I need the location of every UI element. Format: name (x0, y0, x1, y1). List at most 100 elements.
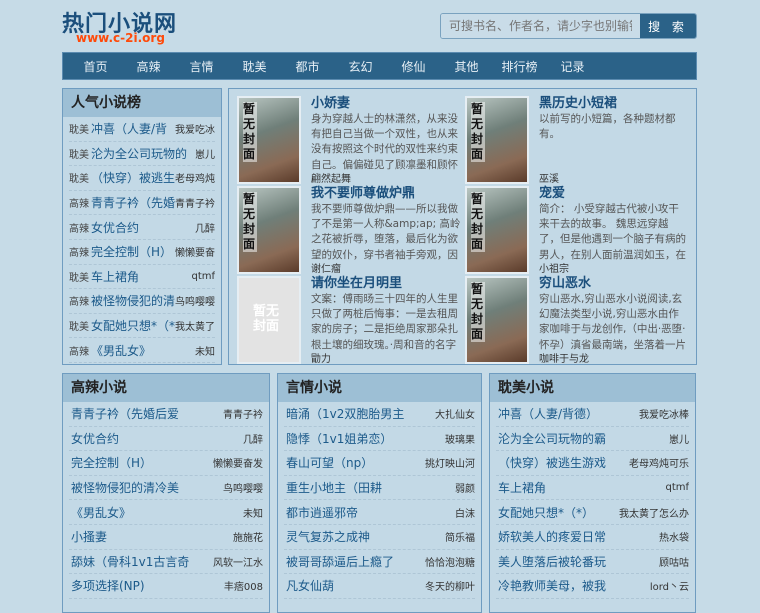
nav-item[interactable]: 首页 (69, 58, 122, 75)
book-title-link[interactable]: 重生小地主（田耕 (286, 479, 455, 496)
book-title-link[interactable]: （快穿）被逃生游 (91, 169, 175, 186)
author-name: 鸟鸣嘤嘤 (223, 484, 263, 496)
book-title-link[interactable]: 多项选择(NP) (71, 577, 224, 594)
list-item: 高辣 女优合约 几醉 (69, 215, 215, 240)
book-title-link[interactable]: 娇软美人的疼爱日常 (498, 528, 659, 545)
featured-text: 穷山恶水 穷山恶水,穷山恶水小说阅读,玄幻魔法类型小说,穷山恶水由作家咖啡于与龙创… (539, 276, 689, 366)
list-item: 娇软美人的疼爱日常 热水袋 (496, 525, 689, 550)
category-label: 高辣 (69, 199, 89, 211)
nav-item[interactable]: 言情 (175, 58, 228, 75)
book-title-link[interactable]: 我不要师尊做炉鼎 (311, 186, 461, 202)
book-title-link[interactable]: 灵气复苏之成神 (286, 528, 445, 545)
book-title-link[interactable]: 冲喜（人妻/背德） (498, 405, 639, 422)
book-title-link[interactable]: 黑历史小短裙 (539, 96, 689, 112)
search-input[interactable] (441, 14, 640, 38)
book-title-link[interactable]: 凡女仙葫 (286, 577, 425, 594)
cover-placeholder-text: 暂无封面 (471, 282, 485, 342)
book-title-link[interactable]: 美人堕落后被轮番玩 (498, 553, 659, 570)
book-title-link[interactable]: 宠爱 (539, 186, 689, 202)
book-title-link[interactable]: 小搔妻 (71, 528, 233, 545)
author-name: 弱颜 (455, 484, 475, 496)
book-title-link[interactable]: 车上裙角 (498, 479, 665, 496)
author-name: 挑灯映山河 (425, 459, 475, 471)
book-title-link[interactable]: 被哥哥舔逼后上瘾了 (286, 553, 425, 570)
book-title-link[interactable]: 完全控制（H） (71, 454, 213, 471)
list-item: 耽美 车上裙角 qtmf (69, 265, 215, 290)
list-item: 小搔妻 施施花 (69, 525, 263, 550)
book-description: 穷山恶水,穷山恶水小说阅读,玄幻魔法类型小说,穷山恶水由作家咖啡于与龙创作,（中… (539, 293, 686, 351)
book-title-link[interactable]: 小娇妻 (311, 96, 461, 112)
site-url: www.c-2i.org (76, 31, 165, 45)
book-title-link[interactable]: 沦为全公司玩物的 (91, 145, 195, 162)
list-item: 沦为全公司玩物的霸 崽儿 (496, 427, 689, 452)
nav-item[interactable]: 其他 (440, 58, 493, 75)
author-name: 风软一江水 (213, 557, 263, 569)
author-name: 我太黄了 (175, 322, 215, 334)
book-title-link[interactable]: 暗涌（1v2双胞胎男主 (286, 405, 435, 422)
book-title-link[interactable]: 女配她只想*（*） (498, 504, 619, 521)
book-cover[interactable]: 暂无封面 (237, 276, 301, 364)
author-name: 勖力 (311, 354, 331, 365)
book-cover[interactable]: 暂无封面 (465, 276, 529, 364)
featured-text: 我不要师尊做炉鼎 我不要师尊做炉鼎——所以我做了不是第一人称&amp;ap; 高岭… (311, 186, 461, 276)
book-title-link[interactable]: 《男乱女》 (91, 342, 195, 359)
book-title-link[interactable]: 青青子衿（先婚后爱 (71, 405, 223, 422)
book-title-link[interactable]: 隐悸（1v1姐弟恋） (286, 430, 445, 447)
book-title-link[interactable]: 沦为全公司玩物的霸 (498, 430, 669, 447)
search-form: 搜 索 (440, 13, 697, 39)
author-name: 老母鸡炖可乐 (629, 459, 689, 471)
book-title-link[interactable]: 被怪物侵犯的清冷美 (71, 479, 223, 496)
book-cover[interactable]: 暂无封面 (237, 186, 301, 274)
book-title-link[interactable]: 被怪物侵犯的清冷 (91, 292, 175, 309)
book-title-link[interactable]: 冷艳教师美母，被我 (498, 577, 650, 594)
book-title-link[interactable]: 女配她只想*（*） (91, 317, 175, 334)
list-item: 隐悸（1v1姐弟恋） 玻璃果 (284, 427, 475, 452)
list-item: 车上裙角 qtmf (496, 476, 689, 501)
book-title-link[interactable]: 都市逍遥邪帝 (286, 504, 455, 521)
book-title-link[interactable]: 请你坐在月明里 (311, 276, 461, 292)
author-name: 懒懒要奋 (175, 248, 215, 260)
book-cover[interactable]: 暂无封面 (465, 186, 529, 274)
author-name: 老母鸡炖 (175, 174, 215, 186)
nav-item[interactable]: 耽美 (228, 58, 281, 75)
featured-book: 暂无封面 宠爱 简介： 小受穿越古代被小攻干来干去的故事。 魏思远穿越了，但是他遇到… (465, 186, 690, 276)
author-name: qtmf (191, 270, 215, 282)
book-title-link[interactable]: 车上裙角 (91, 268, 191, 285)
section-panel-yanqing: 言情小说 暗涌（1v2双胞胎男主 大扎仙女 隐悸（1v1姐弟恋） 玻璃果 春山可望（np）… (277, 373, 482, 613)
book-title-link[interactable]: 穷山恶水 (539, 276, 689, 292)
nav-item[interactable]: 高辣 (122, 58, 175, 75)
book-cover[interactable]: 暂无封面 (465, 96, 529, 184)
book-title-link[interactable]: 完全控制（H） (91, 243, 175, 260)
book-description: 我不要师尊做炉鼎——所以我做了不是第一人称&amp;ap; 高岭之花被折辱，堕落… (311, 203, 461, 261)
list-item: 耽美（快穿）被逃生游老母鸡炖 (69, 166, 215, 191)
nav-item[interactable]: 排行榜 (493, 58, 546, 75)
book-title-link[interactable]: 春山可望（np） (286, 454, 425, 471)
book-cover[interactable]: 暂无封面 (237, 96, 301, 184)
nav-item[interactable]: 记录 (546, 58, 599, 75)
author-name: 恰恰泡泡糖 (425, 557, 475, 569)
book-title-link[interactable]: 冲喜（人妻/背 (91, 120, 175, 137)
list-item: 完全控制（H） 懒懒要奋发 (69, 451, 263, 476)
list-item: 《男乱女》 未知 (69, 500, 263, 525)
nav-item[interactable]: 玄幻 (334, 58, 387, 75)
book-title-link[interactable]: 女优合约 (91, 219, 195, 236)
book-title-link[interactable]: 青青子衿（先婚后 (91, 194, 175, 211)
panel-title: 耽美小说 (490, 374, 695, 402)
panel-title: 人气小说榜 (63, 89, 221, 117)
book-title-link[interactable]: 《男乱女》 (71, 504, 243, 521)
list-item: 凡女仙葫 冬天的柳叶 (284, 574, 475, 599)
category-label: 高辣 (69, 248, 89, 260)
nav-item[interactable]: 修仙 (387, 58, 440, 75)
list-item: 被哥哥舔逼后上瘾了 恰恰泡泡糖 (284, 550, 475, 575)
book-title-link[interactable]: 女优合约 (71, 430, 243, 447)
list-item: 灵气复苏之成神 简乐福 (284, 525, 475, 550)
author-name: 懒懒要奋发 (213, 459, 263, 471)
popular-ranking-panel: 人气小说榜 耽美 冲喜（人妻/背 我爱吃冰 耽美 沦为全公司玩物的 崽儿 耽美 （快穿）被逃生… (62, 88, 222, 365)
book-title-link[interactable]: （快穿）被逃生游戏 (498, 454, 629, 471)
featured-book: 暂无封面 小娇妻 身为穿越人士的林潇然，从来没有把自己当做一个双性，也从来没有按照这… (237, 96, 462, 186)
category-label: 耽美 (69, 322, 89, 334)
nav-item[interactable]: 都市 (281, 58, 334, 75)
featured-book: 暂无封面 请你坐在月明里 文案：傅雨旸三十四年的人生里只做了两桩后悔事：一是去租周家… (237, 276, 462, 366)
book-title-link[interactable]: 舔妹（骨科1v1古言奇 (71, 553, 213, 570)
search-button[interactable]: 搜 索 (640, 14, 696, 38)
